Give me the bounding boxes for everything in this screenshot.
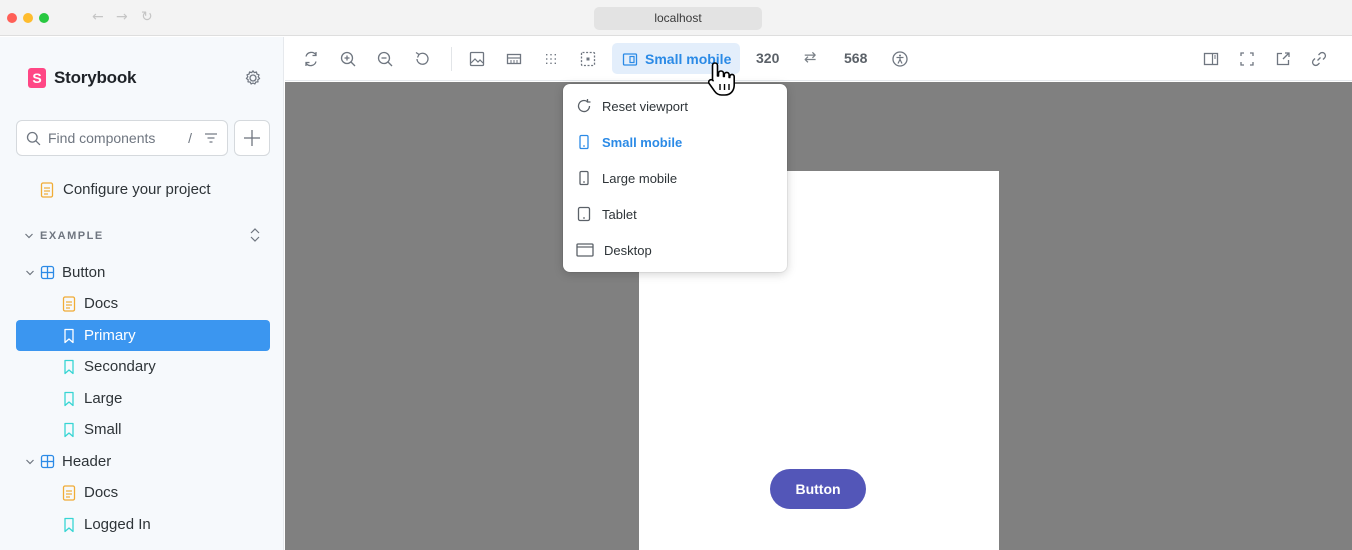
sidebar-item-label: Logged In [84, 516, 151, 533]
accessibility-icon[interactable] [891, 50, 909, 68]
chevron-down-icon [25, 233, 33, 239]
chevron-down-icon [26, 459, 34, 464]
sidebar-item-label: Small [84, 421, 122, 438]
bookmark-icon [64, 391, 74, 406]
remount-icon[interactable] [302, 50, 320, 68]
menu-item-tablet[interactable]: Tablet [563, 199, 787, 229]
tablet-icon [577, 206, 591, 222]
grid-icon[interactable] [542, 50, 560, 68]
sidebar-item-label: Docs [84, 295, 119, 312]
outline-icon[interactable] [579, 50, 597, 68]
sidebar-item-label: Header [62, 453, 112, 470]
toolbar-divider [451, 47, 452, 71]
minimize-window-button[interactable] [23, 13, 33, 23]
expand-collapse-icon[interactable] [248, 227, 262, 243]
storybook-brand[interactable]: S Storybook [28, 67, 136, 89]
plus-icon [244, 130, 260, 146]
sidebar-item-label: Secondary [84, 358, 156, 375]
menu-item-large-mobile[interactable]: Large mobile [563, 163, 787, 193]
close-window-button[interactable] [7, 13, 17, 23]
section-example[interactable]: EXAMPLE [24, 230, 104, 242]
sidebar-item-button[interactable]: Button [16, 257, 270, 288]
bookmark-icon [64, 359, 74, 374]
mobile-icon [579, 170, 589, 186]
menu-item-desktop[interactable]: Desktop [563, 235, 787, 265]
grid-ruler-icon[interactable] [505, 50, 523, 68]
document-icon [62, 484, 76, 501]
sidebar-item-logged-in[interactable]: Logged In [16, 509, 270, 540]
sidebar-item-primary[interactable]: Primary [16, 320, 270, 351]
window-titlebar: ← → ↻ localhost [0, 0, 1352, 36]
section-example-label: EXAMPLE [40, 230, 104, 242]
maximize-window-button[interactable] [39, 13, 49, 23]
sidebar-item-button-docs[interactable]: Docs [16, 288, 270, 319]
forward-arrow-icon[interactable]: → [116, 9, 128, 25]
zoom-in-icon[interactable] [339, 50, 357, 68]
address-bar[interactable]: localhost [594, 7, 762, 30]
search-icon [26, 131, 41, 145]
menu-item-small-mobile[interactable]: Small mobile [563, 127, 787, 157]
gear-icon[interactable] [244, 69, 262, 87]
sidebar-item-small[interactable]: Small [16, 414, 270, 445]
configure-project-link[interactable]: Configure your project [16, 174, 270, 205]
document-icon [62, 295, 76, 312]
filter-icon[interactable] [204, 132, 218, 144]
viewport-height[interactable]: 568 [844, 50, 867, 66]
sidebar: S Storybook Find components / Configure … [0, 37, 284, 550]
sidebar-item-header-docs[interactable]: Docs [16, 477, 270, 508]
viewport-menu: Reset viewport Small mobile Large mobile… [563, 84, 787, 272]
zoom-out-icon[interactable] [376, 50, 394, 68]
menu-item-label: Small mobile [602, 134, 683, 150]
menu-item-label: Reset viewport [602, 98, 688, 114]
sidebar-item-large[interactable]: Large [16, 383, 270, 414]
search-shortcut: / [188, 130, 192, 146]
preview-canvas: Button [285, 82, 1352, 550]
preview-toolbar: Small mobile 320 ⇄ 568 [285, 37, 1352, 81]
desktop-icon [576, 243, 594, 257]
reset-icon [577, 99, 591, 113]
menu-item-label: Large mobile [602, 170, 678, 186]
chevron-down-icon [26, 270, 34, 275]
hand-pointer-icon [707, 62, 735, 96]
fullscreen-icon[interactable] [1238, 50, 1256, 68]
copy-link-icon[interactable] [1310, 50, 1328, 68]
reload-icon[interactable]: ↻ [141, 9, 153, 25]
brand-name: Storybook [54, 68, 137, 87]
viewport-icon [622, 52, 638, 66]
component-icon [40, 454, 55, 469]
open-new-tab-icon[interactable] [1274, 50, 1292, 68]
viewport-width[interactable]: 320 [756, 50, 779, 66]
swap-dimensions-icon[interactable]: ⇄ [804, 48, 817, 66]
menu-item-reset-viewport[interactable]: Reset viewport [563, 91, 787, 121]
storybook-logo: S [28, 68, 46, 88]
search-placeholder: Find components [48, 130, 156, 146]
configure-project-label: Configure your project [63, 181, 211, 198]
sidebar-item-label: Button [62, 264, 106, 281]
mobile-icon [579, 134, 589, 150]
component-icon [40, 265, 55, 280]
add-component-button[interactable] [234, 120, 270, 156]
sidebar-item-header[interactable]: Header [16, 446, 270, 477]
menu-item-label: Desktop [604, 242, 652, 258]
document-icon [40, 181, 54, 198]
sidebar-toggle-icon[interactable] [1202, 50, 1220, 68]
sidebar-item-secondary[interactable]: Secondary [16, 351, 270, 382]
menu-item-label: Tablet [602, 206, 637, 222]
bookmark-icon [64, 517, 74, 532]
search-input[interactable]: Find components / [16, 120, 228, 156]
bookmark-icon [64, 328, 74, 343]
sidebar-item-label: Docs [84, 484, 119, 501]
story-button[interactable]: Button [770, 469, 866, 509]
reset-zoom-icon[interactable] [413, 50, 431, 68]
bookmark-icon [64, 422, 74, 437]
background-image-icon[interactable] [468, 50, 486, 68]
sidebar-item-label: Large [84, 390, 123, 407]
sidebar-item-label: Primary [84, 327, 136, 344]
back-arrow-icon[interactable]: ← [92, 9, 104, 25]
